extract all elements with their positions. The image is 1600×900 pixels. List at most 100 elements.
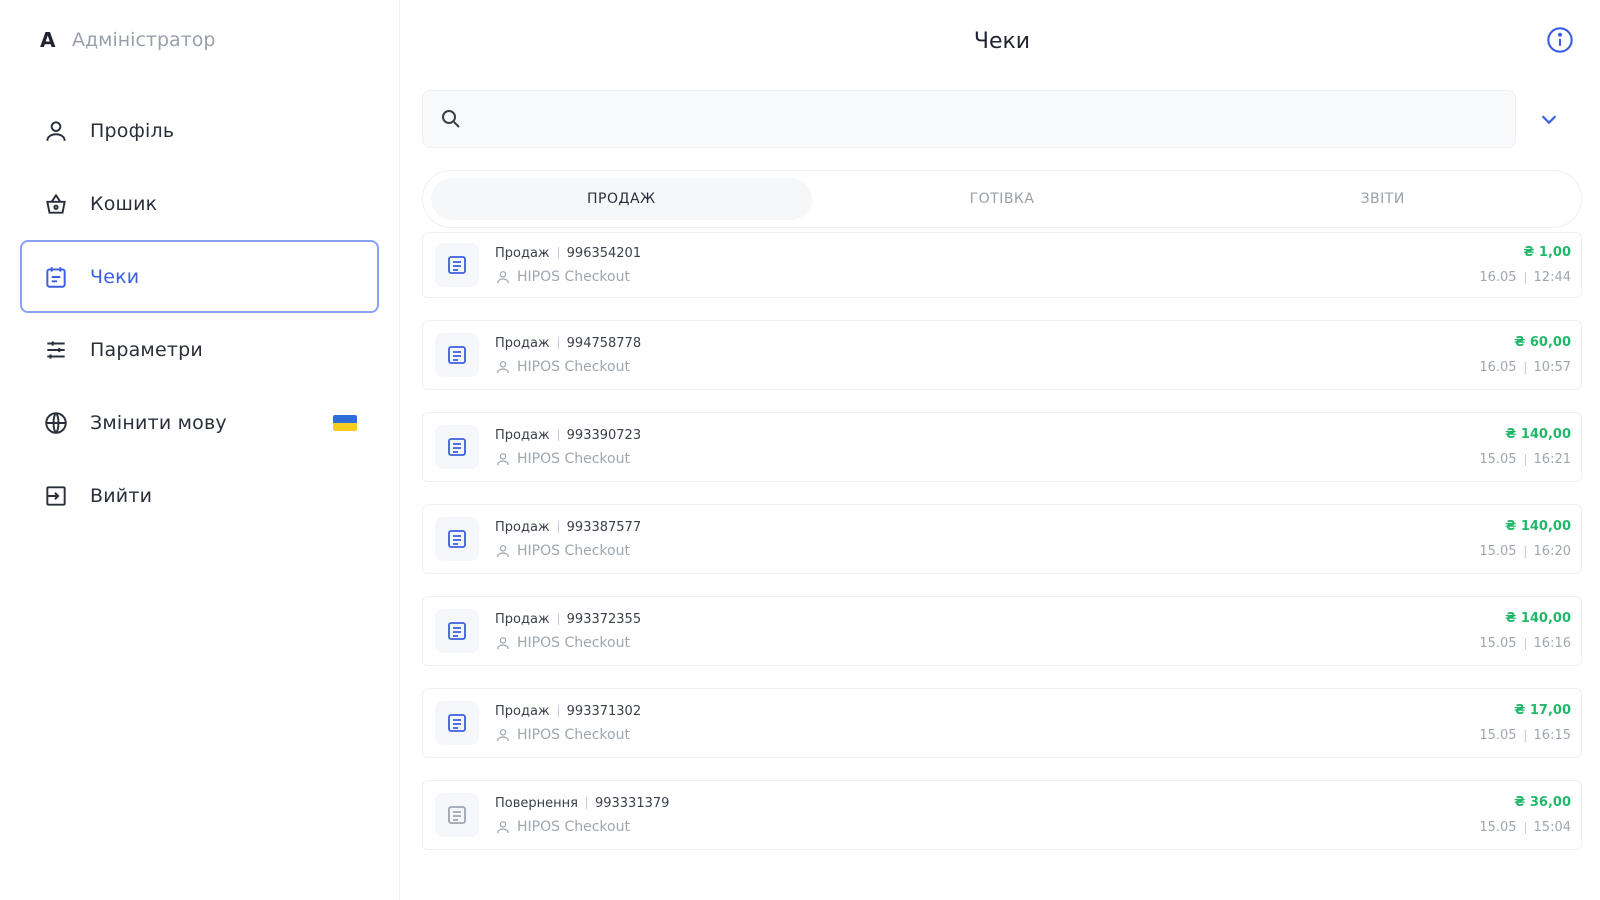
receipt-body: Повернення 993331379 HIPOS Checkout	[495, 796, 1479, 835]
chevron-down-icon	[1541, 115, 1557, 125]
receipt-meta: ₴ 17,00 15.05 16:15	[1479, 703, 1571, 743]
receipt-row[interactable]: Повернення 993331379 HIPOS Checkout ₴ 36,…	[422, 780, 1582, 850]
receipt-number: 993372355	[566, 611, 642, 627]
receipt-meta: ₴ 140,00 15.05 16:20	[1479, 519, 1571, 559]
sidebar-item-logout[interactable]: Вийти	[20, 459, 379, 532]
receipt-datetime: 16.05 10:57	[1479, 360, 1571, 375]
receipt-amount: ₴ 140,00	[1505, 519, 1571, 534]
logout-icon	[42, 482, 70, 510]
receipt-cashier-row: HIPOS Checkout	[495, 727, 1479, 743]
receipt-meta: ₴ 140,00 15.05 16:21	[1479, 427, 1571, 467]
sidebar-item-receipts[interactable]: Чеки	[20, 240, 379, 313]
receipt-number: 993390723	[566, 427, 642, 443]
receipt-amount: ₴ 60,00	[1514, 335, 1571, 350]
receipts-icon	[42, 263, 70, 291]
search-input[interactable]	[475, 91, 1515, 147]
receipt-row[interactable]: Продаж 993372355 HIPOS Checkout ₴ 140,00 …	[422, 596, 1582, 666]
receipt-body: Продаж 993390723 HIPOS Checkout	[495, 428, 1479, 467]
receipt-time: 12:44	[1533, 270, 1571, 285]
receipt-amount: ₴ 140,00	[1505, 611, 1571, 626]
tab-reports[interactable]: ЗВІТИ	[1192, 178, 1573, 220]
receipt-row[interactable]: Продаж 996354201 HIPOS Checkout ₴ 1,00 16…	[422, 232, 1582, 298]
receipt-cashier: HIPOS Checkout	[517, 634, 630, 651]
receipt-cashier: HIPOS Checkout	[517, 818, 630, 835]
receipt-icon	[435, 425, 479, 469]
filter-expand-button[interactable]	[1516, 90, 1582, 148]
receipt-icon	[435, 333, 479, 377]
receipt-meta: ₴ 36,00 15.05 15:04	[1479, 795, 1571, 835]
search-icon	[442, 110, 460, 128]
receipt-cashier: HIPOS Checkout	[517, 726, 630, 743]
receipt-number: 993387577	[566, 519, 642, 535]
receipt-amount: ₴ 140,00	[1505, 427, 1571, 442]
receipt-row[interactable]: Продаж 994758778 HIPOS Checkout ₴ 60,00 1…	[422, 320, 1582, 390]
user-icon	[497, 360, 509, 373]
receipt-time: 16:16	[1533, 636, 1571, 651]
receipt-number: 993371302	[566, 703, 642, 719]
receipt-date: 15.05	[1479, 636, 1517, 651]
receipt-datetime: 15.05 16:20	[1479, 544, 1571, 559]
receipt-body: Продаж 996354201 HIPOS Checkout	[495, 246, 1479, 285]
receipt-number: 994758778	[566, 335, 642, 351]
user-initial: A	[40, 28, 56, 52]
receipt-date: 15.05	[1479, 452, 1517, 467]
receipt-datetime: 16.05 12:44	[1479, 270, 1571, 285]
receipt-amount: ₴ 1,00	[1523, 245, 1571, 260]
receipt-datetime: 15.05 16:16	[1479, 636, 1571, 651]
receipt-icon	[435, 701, 479, 745]
receipt-cashier-row: HIPOS Checkout	[495, 819, 1479, 835]
receipt-row[interactable]: Продаж 993387577 HIPOS Checkout ₴ 140,00 …	[422, 504, 1582, 574]
sidebar-item-language[interactable]: Змінити мову	[20, 386, 379, 459]
receipt-title: Продаж 994758778	[495, 336, 1479, 351]
receipt-date: 16.05	[1479, 360, 1517, 375]
receipt-cashier-row: HIPOS Checkout	[495, 269, 1479, 285]
user-icon	[497, 728, 509, 741]
receipt-type: Повернення	[495, 795, 578, 811]
receipt-body: Продаж 993372355 HIPOS Checkout	[495, 612, 1479, 651]
sidebar-item-label: Вийти	[90, 484, 153, 507]
receipt-row[interactable]: Продаж 993371302 HIPOS Checkout ₴ 17,00 1…	[422, 688, 1582, 758]
receipt-meta: ₴ 140,00 15.05 16:16	[1479, 611, 1571, 651]
receipt-cashier: HIPOS Checkout	[517, 268, 630, 285]
receipt-type: Продаж	[495, 519, 550, 535]
tab-cash[interactable]: ГОТІВКА	[812, 178, 1193, 220]
basket-icon	[42, 190, 70, 218]
info-icon[interactable]	[1546, 26, 1574, 54]
receipt-title: Продаж 993387577	[495, 520, 1479, 535]
receipt-cashier: HIPOS Checkout	[517, 358, 630, 375]
receipt-title: Продаж 993372355	[495, 612, 1479, 627]
sidebar-item-label: Параметри	[90, 338, 203, 361]
sidebar-item-cart[interactable]: Кошик	[20, 167, 379, 240]
tab-sales[interactable]: ПРОДАЖ	[431, 178, 812, 220]
tabs: ПРОДАЖ ГОТІВКА ЗВІТИ	[422, 170, 1582, 228]
globe-icon	[42, 409, 70, 437]
receipt-date: 15.05	[1479, 544, 1517, 559]
receipt-time: 10:57	[1533, 360, 1571, 375]
receipt-number: 993331379	[594, 795, 670, 811]
sidebar-item-profile[interactable]: Профіль	[20, 94, 379, 167]
receipt-title: Продаж 996354201	[495, 246, 1479, 261]
user-icon	[497, 452, 509, 465]
receipt-cashier-row: HIPOS Checkout	[495, 543, 1479, 559]
sidebar-item-label: Кошик	[90, 192, 158, 215]
receipt-type: Продаж	[495, 611, 550, 627]
receipt-icon	[435, 609, 479, 653]
sidebar-item-settings[interactable]: Параметри	[20, 313, 379, 386]
receipt-type: Продаж	[495, 703, 550, 719]
receipt-title: Продаж 993390723	[495, 428, 1479, 443]
receipt-meta: ₴ 60,00 16.05 10:57	[1479, 335, 1571, 375]
receipt-amount: ₴ 17,00	[1514, 703, 1571, 718]
receipt-row[interactable]: Продаж 993390723 HIPOS Checkout ₴ 140,00 …	[422, 412, 1582, 482]
receipt-cashier-row: HIPOS Checkout	[495, 359, 1479, 375]
user-name: Адміністратор	[72, 29, 216, 51]
user-row: A Адміністратор	[20, 22, 379, 58]
receipt-icon	[435, 793, 479, 837]
receipt-body: Продаж 993371302 HIPOS Checkout	[495, 704, 1479, 743]
header: Чеки	[422, 0, 1582, 82]
ukraine-flag-icon	[333, 414, 357, 431]
sidebar-item-label: Змінити мову	[90, 411, 227, 434]
receipt-title: Продаж 993371302	[495, 704, 1479, 719]
main-content: Чеки ПРОДАЖ ГОТІВКА ЗВІТИ Продаж 9963542…	[400, 0, 1600, 900]
user-icon	[42, 117, 70, 145]
user-icon	[497, 636, 509, 649]
